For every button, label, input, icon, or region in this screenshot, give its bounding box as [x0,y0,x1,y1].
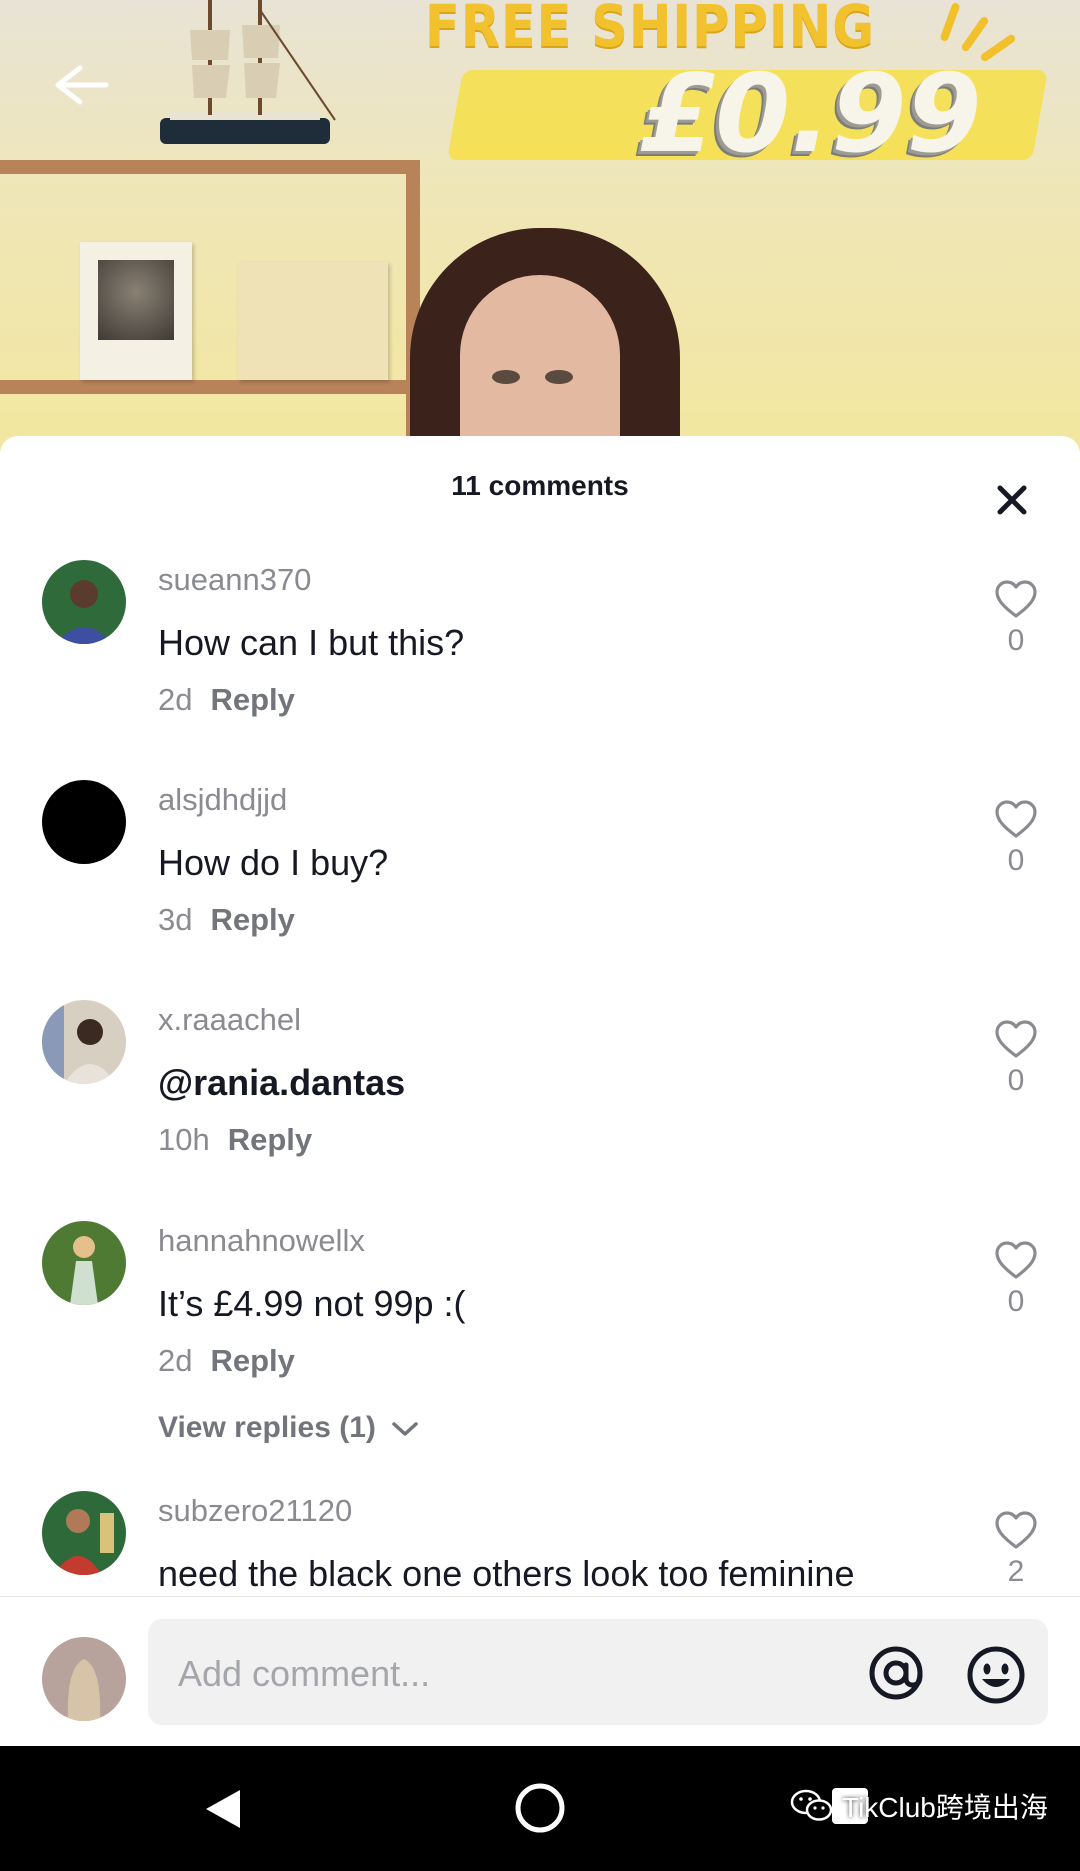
comment-input-placeholder: Add comment... [178,1653,431,1694]
comment-username[interactable]: sueann370 [158,562,311,598]
comment-username[interactable]: x.raaachel [158,1002,301,1038]
back-arrow-icon[interactable] [50,60,110,110]
avatar[interactable] [42,1491,126,1575]
comment-time: 3d [158,902,193,937]
comment-text: It’s £4.99 not 99p :( [158,1283,466,1324]
comment-meta: 2d Reply [158,1343,295,1379]
emoji-icon[interactable] [966,1645,1026,1705]
reply-button[interactable]: Reply [210,902,294,937]
avatar[interactable] [42,1221,126,1305]
heart-icon [995,800,1037,838]
heart-icon [995,1020,1037,1058]
comment-meta: 2d Reply [158,682,295,718]
heart-icon [995,1511,1037,1549]
nav-home-icon[interactable] [514,1782,566,1834]
comment-username[interactable]: hannahnowellx [158,1223,365,1259]
like-button[interactable]: 0 [990,1241,1042,1319]
comments-sheet: 11 comments sueann370 How can I but this… [0,436,1080,1596]
promo-price: £0.99 [640,52,982,177]
like-button[interactable]: 0 [990,580,1042,658]
watermark: TikClub跨境出海 [790,1786,1048,1826]
comment-text: need the black one others look too femin… [158,1553,855,1594]
like-button[interactable]: 0 [990,800,1042,878]
video-background: FREE SHIPPING £0.99 [0,0,1080,470]
avatar[interactable] [42,780,126,864]
like-count: 0 [1007,1064,1025,1097]
at-icon[interactable] [866,1645,926,1701]
system-navigation-bar: TikClub跨境出海 [0,1746,1080,1871]
shelf-board [0,380,420,394]
comment-meta: 3d Reply [158,902,295,938]
reply-button[interactable]: Reply [210,682,294,717]
promo-title: FREE SHIPPING [425,0,875,60]
comment-time: 10h [158,1122,210,1157]
reply-button[interactable]: Reply [228,1122,312,1157]
product-box [80,242,192,380]
comment-meta: 10h Reply [158,1122,312,1158]
view-replies-label: View replies (1) [158,1411,376,1444]
comment-username[interactable]: subzero21120 [158,1493,352,1529]
my-avatar[interactable] [42,1637,126,1721]
avatar[interactable] [42,1000,126,1084]
comment-text: How do I buy? [158,842,389,883]
comment-text-mention[interactable]: @rania.dantas [158,1062,405,1104]
person-eye [545,370,573,384]
heart-icon [995,580,1037,618]
comment-time: 2d [158,682,193,717]
like-button[interactable]: 0 [990,1020,1042,1098]
wechat-icon [790,1789,833,1821]
comment-composer: Add comment... [0,1596,1080,1747]
heart-icon [995,1241,1037,1279]
watermark-text: TikClub跨境出海 [842,1792,1048,1823]
comment-username[interactable]: alsjdhdjjd [158,782,287,818]
like-button[interactable]: 2 [990,1511,1042,1589]
comment-time: 2d [158,1343,193,1378]
comment-input[interactable]: Add comment... [148,1619,1048,1725]
chevron-down-icon [392,1422,418,1436]
close-icon[interactable] [992,480,1032,520]
like-count: 0 [1007,844,1025,877]
avatar[interactable] [42,560,126,644]
comments-count-title: 11 comments [451,470,629,501]
person-eye [492,370,520,384]
nav-back-icon[interactable] [200,1786,246,1832]
product-box [238,262,388,380]
ship-model [160,0,336,144]
reply-button[interactable]: Reply [210,1343,294,1378]
comment-text: How can I but this? [158,622,465,663]
like-count: 0 [1007,1285,1025,1318]
view-replies-button[interactable]: View replies (1) [158,1411,420,1445]
like-count: 0 [1007,624,1025,657]
like-count: 2 [1007,1555,1025,1588]
